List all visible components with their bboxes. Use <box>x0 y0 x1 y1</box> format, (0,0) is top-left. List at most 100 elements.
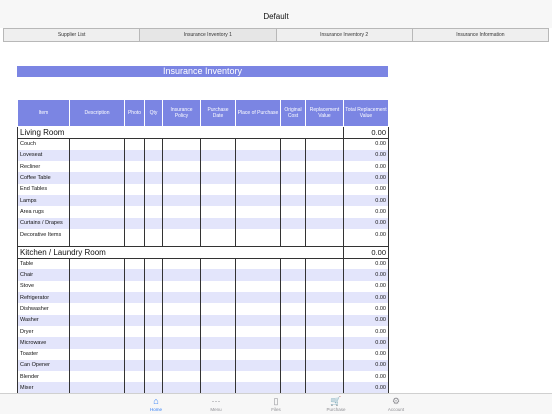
table-cell[interactable] <box>305 325 344 338</box>
total-value-cell[interactable]: 0.00 <box>343 217 389 229</box>
table-cell[interactable] <box>305 206 344 218</box>
table-cell[interactable] <box>69 371 125 383</box>
table-cell[interactable] <box>280 303 306 315</box>
table-cell[interactable] <box>69 228 125 241</box>
table-cell[interactable] <box>280 194 306 207</box>
table-cell[interactable] <box>235 149 281 162</box>
table-cell[interactable] <box>124 359 145 372</box>
table-cell[interactable] <box>305 280 344 293</box>
table-cell[interactable] <box>200 337 236 349</box>
item-name-cell[interactable]: Stove <box>17 280 70 293</box>
table-cell[interactable] <box>305 172 344 184</box>
table-cell[interactable] <box>124 325 145 338</box>
table-cell[interactable] <box>200 138 236 150</box>
table-cell[interactable] <box>280 183 306 195</box>
table-cell[interactable] <box>69 217 125 229</box>
table-cell[interactable] <box>200 314 236 326</box>
table-cell[interactable] <box>200 325 236 338</box>
item-name-cell[interactable]: Can Opener <box>17 359 70 372</box>
table-cell[interactable] <box>280 172 306 184</box>
table-cell[interactable] <box>305 292 344 304</box>
tabbar-item-purchase[interactable]: 🛒 Purchase <box>306 394 366 414</box>
table-cell[interactable] <box>162 138 201 150</box>
table-cell[interactable] <box>144 314 163 326</box>
item-name-cell[interactable]: Blender <box>17 371 70 383</box>
total-value-cell[interactable]: 0.00 <box>343 138 389 150</box>
table-cell[interactable] <box>69 149 125 162</box>
table-cell[interactable] <box>235 337 281 349</box>
table-cell[interactable] <box>144 337 163 349</box>
table-cell[interactable] <box>162 183 201 195</box>
table-cell[interactable] <box>162 337 201 349</box>
table-cell[interactable] <box>162 161 201 173</box>
table-cell[interactable] <box>144 325 163 338</box>
total-value-cell[interactable]: 0.00 <box>343 258 389 270</box>
table-cell[interactable] <box>305 337 344 349</box>
tabbar-item-account[interactable]: ⚙ Account <box>366 394 426 414</box>
tabbar-item-home[interactable]: ⌂ Home <box>126 394 186 414</box>
table-cell[interactable] <box>305 348 344 360</box>
table-cell[interactable] <box>280 371 306 383</box>
table-cell[interactable] <box>280 382 306 393</box>
table-cell[interactable] <box>200 269 236 281</box>
table-cell[interactable] <box>162 359 201 372</box>
total-value-cell[interactable]: 0.00 <box>343 303 389 315</box>
tab-insurance-inventory-2[interactable]: Insurance Inventory 2 <box>277 29 413 41</box>
item-name-cell[interactable]: Decorative Items <box>17 228 70 241</box>
table-cell[interactable] <box>235 183 281 195</box>
table-cell[interactable] <box>200 161 236 173</box>
table-cell[interactable] <box>69 348 125 360</box>
table-cell[interactable] <box>280 206 306 218</box>
table-cell[interactable] <box>235 359 281 372</box>
table-cell[interactable] <box>144 303 163 315</box>
item-name-cell[interactable]: Couch <box>17 138 70 150</box>
total-value-cell[interactable]: 0.00 <box>343 348 389 360</box>
total-value-cell[interactable]: 0.00 <box>343 161 389 173</box>
table-cell[interactable] <box>305 269 344 281</box>
table-cell[interactable] <box>144 280 163 293</box>
table-cell[interactable] <box>144 359 163 372</box>
item-name-cell[interactable]: Dishwasher <box>17 303 70 315</box>
table-cell[interactable] <box>280 138 306 150</box>
table-cell[interactable] <box>124 371 145 383</box>
table-cell[interactable] <box>280 280 306 293</box>
section-title[interactable]: Kitchen / Laundry Room <box>17 245 344 259</box>
item-name-cell[interactable]: Microwave <box>17 337 70 349</box>
item-name-cell[interactable]: Dryer <box>17 325 70 338</box>
table-cell[interactable] <box>124 258 145 270</box>
tab-insurance-information[interactable]: Insurance Information <box>413 29 548 41</box>
table-cell[interactable] <box>69 280 125 293</box>
table-cell[interactable] <box>200 382 236 393</box>
table-cell[interactable] <box>124 138 145 150</box>
table-cell[interactable] <box>305 314 344 326</box>
table-cell[interactable] <box>162 217 201 229</box>
item-name-cell[interactable]: Curtains / Drapes <box>17 217 70 229</box>
table-cell[interactable] <box>69 292 125 304</box>
item-name-cell[interactable]: Recliner <box>17 161 70 173</box>
table-cell[interactable] <box>69 325 125 338</box>
section-total[interactable]: 0.00 <box>343 126 389 139</box>
item-name-cell[interactable]: Mixer <box>17 382 70 393</box>
table-cell[interactable] <box>200 303 236 315</box>
tab-insurance-inventory-1[interactable]: Insurance Inventory 1 <box>140 29 277 41</box>
table-cell[interactable] <box>124 206 145 218</box>
table-cell[interactable] <box>124 172 145 184</box>
table-cell[interactable] <box>235 292 281 304</box>
item-name-cell[interactable]: Area rugs <box>17 206 70 218</box>
table-cell[interactable] <box>200 258 236 270</box>
table-cell[interactable] <box>144 371 163 383</box>
total-value-cell[interactable]: 0.00 <box>343 172 389 184</box>
table-cell[interactable] <box>162 348 201 360</box>
table-cell[interactable] <box>235 138 281 150</box>
table-cell[interactable] <box>162 149 201 162</box>
table-cell[interactable] <box>69 206 125 218</box>
table-cell[interactable] <box>144 228 163 241</box>
total-value-cell[interactable]: 0.00 <box>343 325 389 338</box>
table-cell[interactable] <box>200 217 236 229</box>
table-cell[interactable] <box>305 194 344 207</box>
item-name-cell[interactable]: Table <box>17 258 70 270</box>
table-cell[interactable] <box>69 359 125 372</box>
table-cell[interactable] <box>235 217 281 229</box>
item-name-cell[interactable]: Washer <box>17 314 70 326</box>
table-cell[interactable] <box>124 382 145 393</box>
